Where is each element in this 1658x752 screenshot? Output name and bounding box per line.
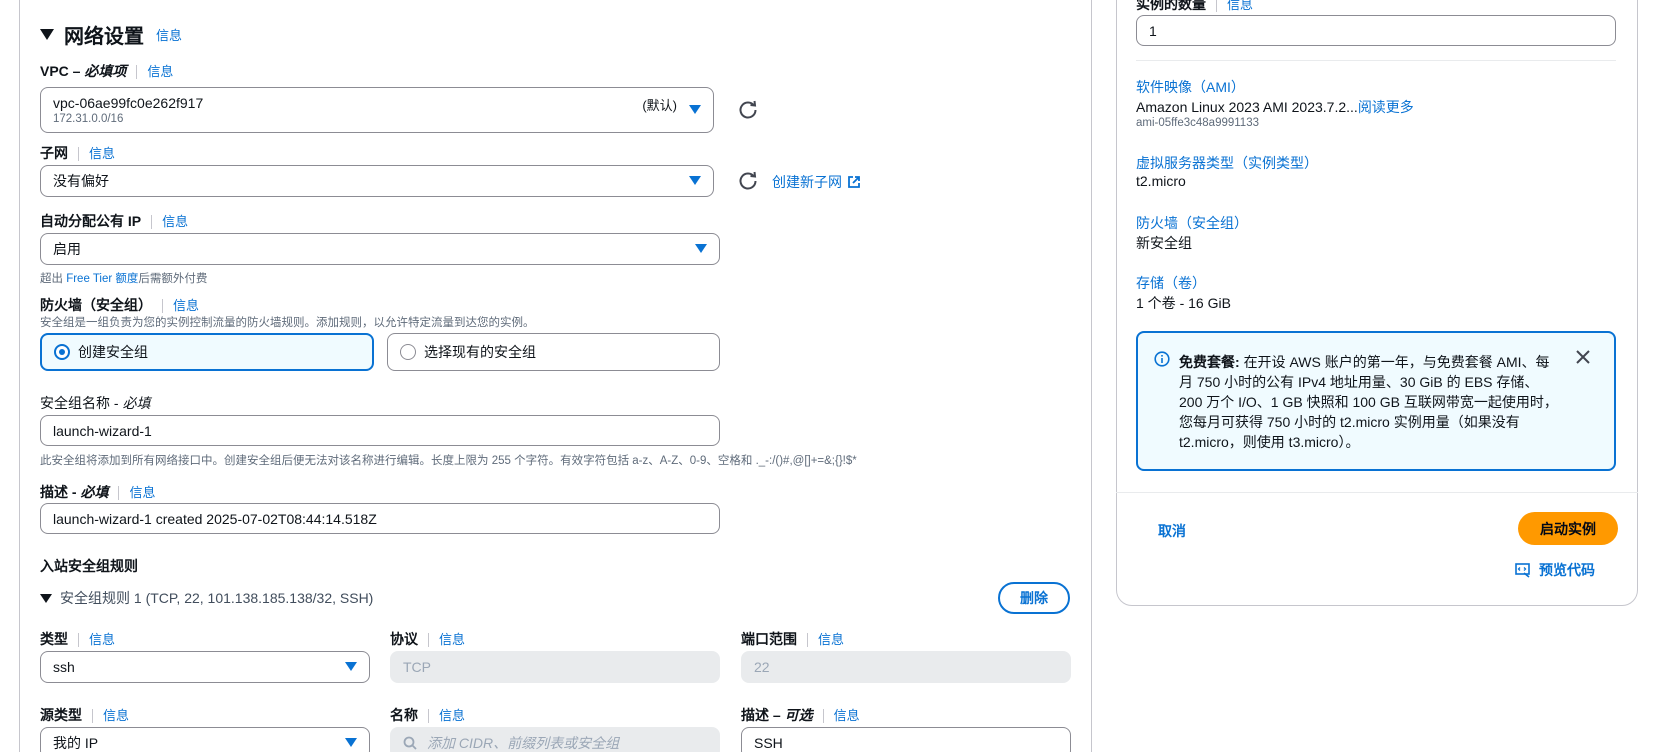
chevron-down-icon [689,105,701,114]
description-input[interactable]: launch-wizard-1 created 2025-07-02T08:44… [40,503,720,534]
description-label: 描述 - 必填 信息 [40,484,156,501]
read-more-link[interactable]: 阅读更多 [1358,99,1414,115]
protocol-info-link[interactable]: 信息 [439,632,465,647]
instance-type-value: t2.micro [1136,173,1186,189]
divider [1136,60,1616,61]
create-subnet-link[interactable]: 创建新子网 [772,172,861,192]
type-info-link[interactable]: 信息 [89,632,115,647]
firewall-label: 防火墙（安全组） 信息 [40,297,200,314]
rule-description-info-link[interactable]: 信息 [834,708,860,723]
search-icon [403,736,417,750]
divider [1116,492,1638,493]
radio-unselected-icon [400,344,416,360]
instance-count-info-link[interactable]: 信息 [1227,0,1253,12]
radio-selected-icon [54,344,70,360]
ami-link[interactable]: 软件映像（AMI） [1136,77,1245,97]
vpc-cidr: 172.31.0.0/16 [53,113,124,125]
expand-triangle-icon [40,29,54,40]
free-tier-hint: 超出 Free Tier 额度后需额外付费 [40,273,208,285]
subnet-select[interactable]: 没有偏好 [40,165,714,197]
cancel-button[interactable]: 取消 [1158,521,1186,541]
network-settings-header[interactable]: 网络设置 信息 [40,20,182,49]
select-existing-security-group-option[interactable]: 选择现有的安全组 [387,333,720,371]
info-icon [1154,351,1170,367]
firewall-info-link[interactable]: 信息 [173,298,199,313]
name-label: 名称 信息 [390,707,466,724]
cidr-search-input[interactable]: 添加 CIDR、前缀列表或安全组 [390,727,720,752]
create-security-group-option[interactable]: 创建安全组 [40,333,374,371]
public-ip-label: 自动分配公有 IP 信息 [40,213,189,230]
refresh-icon[interactable] [737,99,759,121]
info-link[interactable]: 信息 [156,25,182,44]
firewall-description: 安全组是一组负责为您的实例控制流量的防火墙规则。添加规则，以允许特定流量到达您的… [40,317,535,329]
ami-value: Amazon Linux 2023 AMI 2023.7.2...阅读更多 [1136,99,1414,115]
source-type-select[interactable]: 我的 IP [40,727,370,752]
subnet-value: 没有偏好 [53,173,109,189]
vpc-value: vpc-06ae99fc0e262f917 [53,95,204,111]
sg-name-hint: 此安全组将添加到所有网络接口中。创建安全组后便无法对该名称进行编辑。长度上限为 … [40,455,857,467]
chevron-down-icon [345,738,357,747]
subnet-info-link[interactable]: 信息 [89,146,115,161]
refresh-icon[interactable] [737,170,759,192]
public-ip-select[interactable]: 启用 [40,233,720,265]
sg-name-label: 安全组名称 - 必填 [40,395,151,411]
type-label: 类型 信息 [40,631,116,648]
default-badge: (默认) [642,98,677,113]
vpc-info-link[interactable]: 信息 [147,64,173,79]
chevron-down-icon [695,244,707,253]
inbound-rules-title: 入站安全组规则 [40,558,138,574]
free-tier-text: 免费套餐: 在开设 AWS 账户的第一年，与免费套餐 AMI、每月 750 小时… [1179,354,1558,450]
code-preview-icon [1515,563,1530,578]
protocol-label: 协议 信息 [390,631,466,648]
description-info-link[interactable]: 信息 [129,485,155,500]
free-tier-notice: 免费套餐: 在开设 AWS 账户的第一年，与免费套餐 AMI、每月 750 小时… [1136,331,1616,471]
launch-instance-button[interactable]: 启动实例 [1518,512,1618,545]
source-type-label: 源类型 信息 [40,707,130,724]
port-range-label: 端口范围 信息 [741,631,845,648]
rule-description-input[interactable]: SSH [741,727,1071,752]
external-link-icon [848,176,860,188]
chevron-down-icon [345,662,357,671]
close-icon[interactable] [1575,349,1591,365]
vpc-label: VPC – 必填项 信息 [40,63,174,80]
chevron-down-icon [689,176,701,185]
public-ip-info-link[interactable]: 信息 [162,214,188,229]
name-info-link[interactable]: 信息 [439,708,465,723]
storage-value: 1 个卷 - 16 GiB [1136,295,1231,311]
ami-id: ami-05ffe3c48a9991133 [1136,117,1259,129]
preview-code-button[interactable]: 预览代码 [1515,560,1595,580]
source-info-link[interactable]: 信息 [103,708,129,723]
vpc-select[interactable]: vpc-06ae99fc0e262f917 172.31.0.0/16 (默认) [40,87,714,133]
firewall-link[interactable]: 防火墙（安全组） [1136,213,1248,233]
delete-rule-button[interactable]: 删除 [998,582,1070,614]
rule-description-label: 描述 – 可选 信息 [741,707,860,724]
port-range-input: 22 [741,651,1071,683]
section-title: 网络设置 [64,26,144,48]
firewall-value: 新安全组 [1136,235,1192,251]
public-ip-value: 启用 [53,241,81,257]
instance-count-input[interactable]: 1 [1136,15,1616,46]
protocol-input: TCP [390,651,720,683]
free-tier-link[interactable]: Free Tier 额度 [66,273,138,285]
instance-count-label: 实例的数量 信息 [1136,0,1253,14]
type-select[interactable]: ssh [40,651,370,683]
storage-link[interactable]: 存储（卷） [1136,273,1206,293]
port-info-link[interactable]: 信息 [818,632,844,647]
sg-name-input[interactable]: launch-wizard-1 [40,415,720,446]
rule-1-header[interactable]: 安全组规则 1 (TCP, 22, 101.138.185.138/32, SS… [40,588,373,608]
expand-triangle-icon [40,593,52,603]
subnet-label: 子网 信息 [40,145,116,162]
instance-type-link[interactable]: 虚拟服务器类型（实例类型） [1136,153,1318,173]
